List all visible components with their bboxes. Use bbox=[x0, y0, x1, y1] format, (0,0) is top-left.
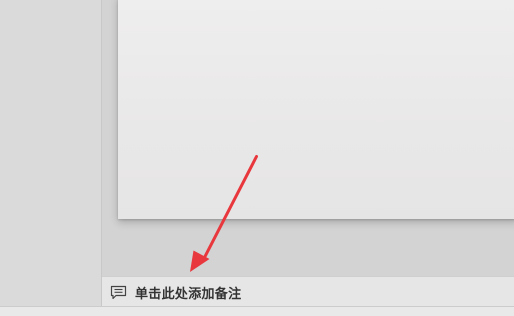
notes-pane[interactable]: 单击此处添加备注 bbox=[102, 276, 514, 307]
slide-canvas[interactable] bbox=[118, 0, 514, 219]
notes-icon bbox=[110, 285, 127, 300]
status-bar bbox=[0, 306, 514, 316]
notes-placeholder[interactable]: 单击此处添加备注 bbox=[135, 283, 241, 302]
slide-thumbnail-pane[interactable] bbox=[0, 0, 102, 306]
presentation-editor: 单击此处添加备注 bbox=[0, 0, 514, 316]
